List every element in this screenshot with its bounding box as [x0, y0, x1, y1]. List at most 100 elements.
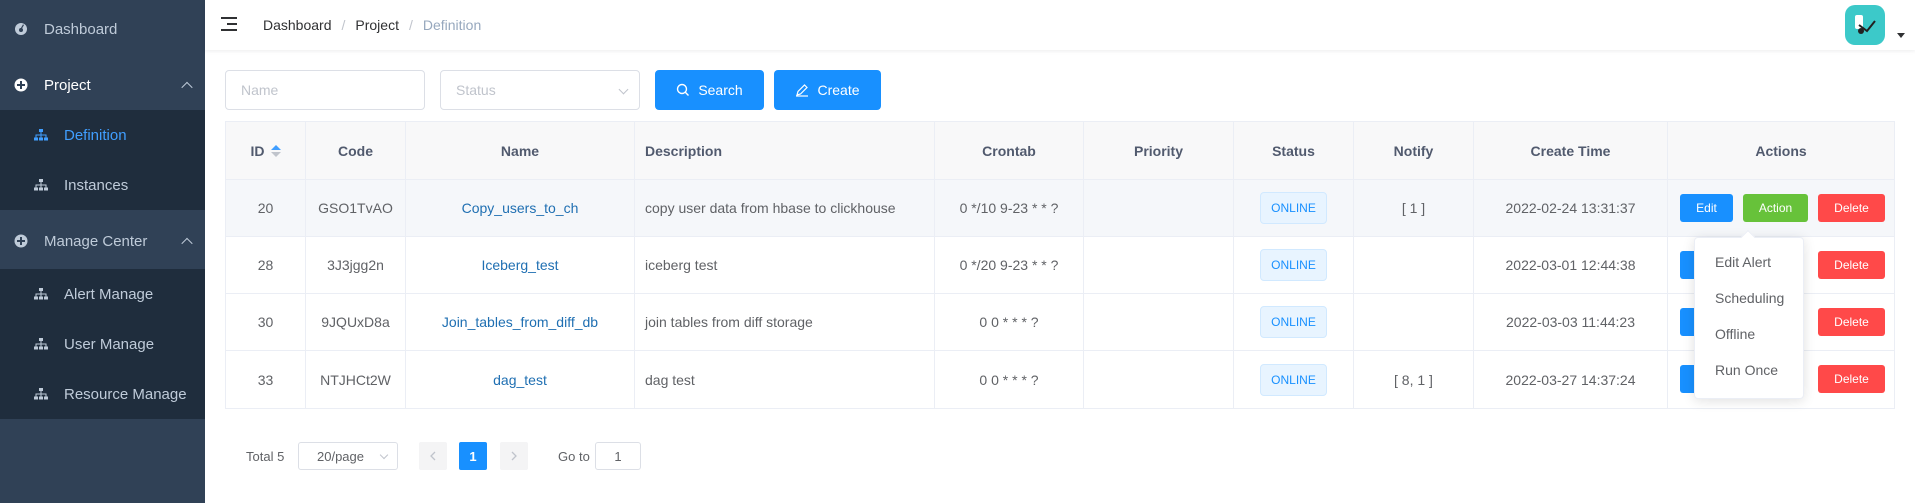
cell-code: NTJHCt2W — [306, 351, 406, 408]
sidebar-item-dashboard[interactable]: Dashboard — [0, 4, 205, 54]
avatar[interactable] — [1845, 5, 1885, 45]
column-header-notify: Notify — [1354, 122, 1474, 179]
delete-button[interactable]: Delete — [1818, 365, 1885, 393]
tree-icon — [34, 287, 48, 301]
cell-id: 20 — [226, 180, 306, 236]
sidebar-item-user-manage[interactable]: User Manage — [0, 319, 205, 369]
sidebar-item-instances[interactable]: Instances — [0, 160, 205, 210]
page-size-value: 20/page — [317, 448, 364, 464]
delete-button[interactable]: Delete — [1818, 251, 1885, 279]
cell-notify: [ 8, 1 ] — [1354, 351, 1474, 408]
definition-link[interactable]: Copy_users_to_ch — [462, 200, 579, 216]
sidebar-item-label: Alert Manage — [64, 285, 154, 303]
sidebar-item-label: Project — [44, 76, 91, 94]
status-badge: ONLINE — [1260, 249, 1327, 281]
column-header-label: ID — [250, 142, 265, 159]
delete-button[interactable]: Delete — [1818, 194, 1885, 222]
cell-actions: Edit Action Delete — [1668, 180, 1894, 236]
breadcrumb-separator: / — [408, 17, 413, 33]
sidebar-item-definition[interactable]: Definition — [0, 110, 205, 160]
menu-item-edit-alert[interactable]: Edit Alert — [1695, 244, 1803, 280]
cell-notify — [1354, 237, 1474, 293]
goto-page-input[interactable]: 1 — [595, 442, 641, 470]
name-input[interactable]: Name — [225, 70, 425, 110]
table-header: ID Code Name Description Crontab Priorit… — [226, 122, 1894, 180]
delete-button[interactable]: Delete — [1818, 308, 1885, 336]
column-header-priority: Priority — [1084, 122, 1234, 179]
cell-crontab: 0 */10 9-23 * * ? — [935, 180, 1084, 236]
sidebar-item-label: Instances — [64, 176, 129, 194]
tree-icon — [34, 128, 48, 142]
status-badge: ONLINE — [1260, 306, 1327, 338]
cell-priority — [1084, 180, 1234, 236]
prev-page-button[interactable] — [419, 442, 447, 470]
chevron-left-icon — [430, 451, 436, 461]
breadcrumb-definition: Definition — [422, 17, 482, 33]
breadcrumb-project[interactable]: Project — [355, 17, 399, 33]
cell-code: 9JQUxD8a — [306, 294, 406, 350]
status-badge: ONLINE — [1260, 363, 1327, 396]
page-size-select[interactable]: 20/page — [298, 442, 398, 470]
definition-link[interactable]: Iceberg_test — [481, 257, 558, 273]
cell-create-time: 2022-03-27 14:37:24 — [1474, 351, 1668, 408]
edit-button[interactable]: Edit — [1680, 194, 1733, 222]
dashboard-icon — [14, 22, 28, 36]
table-row: 33 NTJHCt2W dag_test dag test 0 0 * * * … — [226, 351, 1894, 408]
column-header-id[interactable]: ID — [226, 122, 306, 179]
chevron-down-icon — [618, 84, 629, 95]
cell-code: 3J3jgg2n — [306, 237, 406, 293]
sidebar-item-label: Manage Center — [44, 232, 148, 250]
definition-link[interactable]: dag_test — [493, 372, 547, 388]
cell-create-time: 2022-03-01 12:44:38 — [1474, 237, 1668, 293]
cell-priority — [1084, 294, 1234, 350]
page-number-current[interactable]: 1 — [459, 442, 487, 470]
column-header-crontab: Crontab — [935, 122, 1084, 179]
sidebar-item-label: Dashboard — [44, 20, 118, 38]
column-header-code: Code — [306, 122, 406, 179]
breadcrumb-separator: / — [341, 17, 346, 33]
cell-id: 33 — [226, 351, 306, 408]
table-row: 28 3J3jgg2n Iceberg_test iceberg test 0 … — [226, 237, 1894, 294]
sidebar: Dashboard Project Definition Instances M… — [0, 0, 205, 503]
column-header-name: Name — [406, 122, 635, 179]
chevron-down-icon — [379, 450, 389, 460]
project-submenu: Definition Instances — [0, 110, 205, 210]
definition-link[interactable]: Join_tables_from_diff_db — [442, 314, 598, 330]
create-button[interactable]: Create — [774, 70, 881, 110]
cell-id: 28 — [226, 237, 306, 293]
cell-priority — [1084, 351, 1234, 408]
cell-create-time: 2022-03-03 11:44:23 — [1474, 294, 1668, 350]
menu-item-offline[interactable]: Offline — [1695, 316, 1803, 352]
sidebar-item-resource-manage[interactable]: Resource Manage — [0, 369, 205, 419]
status-badge: ONLINE — [1260, 192, 1327, 224]
search-button-label: Search — [698, 82, 743, 98]
cell-notify: [ 1 ] — [1354, 180, 1474, 236]
search-button[interactable]: Search — [655, 70, 764, 110]
column-header-actions: Actions — [1755, 142, 1807, 159]
status-select-placeholder: Status — [456, 82, 496, 98]
hamburger-icon[interactable] — [221, 17, 237, 31]
next-page-button[interactable] — [500, 442, 528, 470]
action-button[interactable]: Action — [1743, 194, 1808, 222]
cell-description: copy user data from hbase to clickhouse — [635, 180, 935, 236]
cell-create-time: 2022-02-24 13:31:37 — [1474, 180, 1668, 236]
sort-icon[interactable] — [270, 144, 281, 157]
sidebar-item-alert-manage[interactable]: Alert Manage — [0, 269, 205, 319]
sidebar-item-manage-center[interactable]: Manage Center — [0, 216, 205, 266]
sidebar-item-project[interactable]: Project — [0, 60, 205, 110]
cell-crontab: 0 0 * * * ? — [935, 294, 1084, 350]
column-header-status: Status — [1234, 122, 1354, 179]
sidebar-item-label: Definition — [64, 126, 127, 144]
breadcrumb-dashboard[interactable]: Dashboard — [263, 17, 332, 33]
navbar: Dashboard / Project / Definition — [205, 0, 1915, 50]
menu-item-scheduling[interactable]: Scheduling — [1695, 280, 1803, 316]
breadcrumb: Dashboard / Project / Definition — [263, 17, 481, 33]
column-header-description: Description — [635, 122, 935, 179]
action-dropdown-menu: Edit Alert Scheduling Offline Run Once — [1694, 229, 1804, 399]
table-row: 20 GSO1TvAO Copy_users_to_ch copy user d… — [226, 180, 1894, 237]
table-row: 30 9JQUxD8a Join_tables_from_diff_db joi… — [226, 294, 1894, 351]
status-select[interactable]: Status — [440, 70, 640, 110]
caret-down-icon[interactable] — [1897, 33, 1905, 38]
menu-item-run-once[interactable]: Run Once — [1695, 352, 1803, 388]
tree-icon — [34, 387, 48, 401]
